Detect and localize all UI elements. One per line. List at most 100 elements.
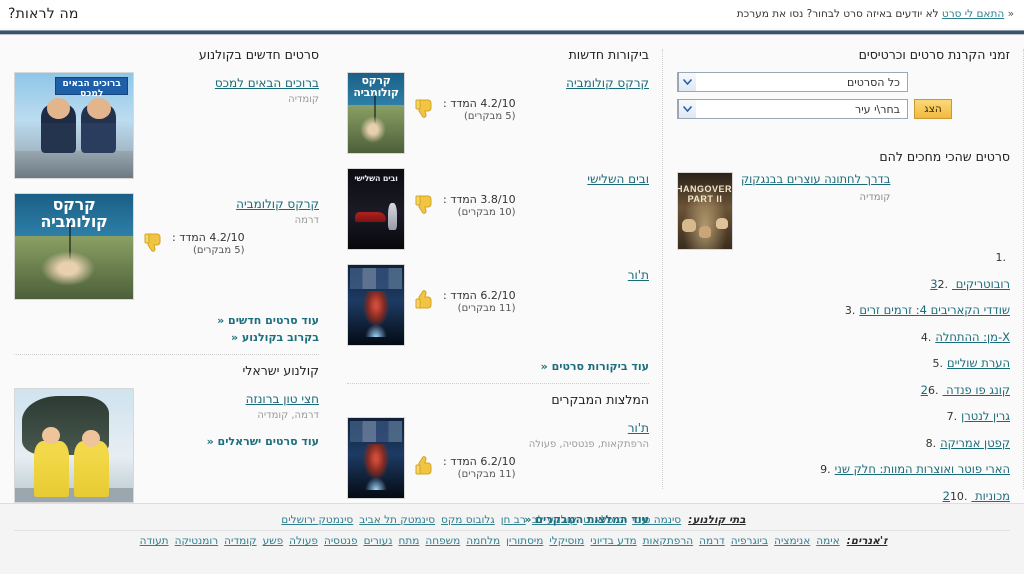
reviewer-count: (11 מבקרים) (457, 303, 516, 314)
movie-link[interactable]: מכוניות 2 (943, 489, 1010, 503)
genre-link[interactable]: מתח (398, 535, 419, 547)
column-showtimes: זמני הקרנת סרטים וכרטיסים כל הסרטים בחר\… (663, 37, 1024, 503)
thumb-down-icon (415, 99, 432, 118)
match-movie-link[interactable]: התאם לי סרט (942, 8, 1004, 20)
new-in-cinema-title: סרטים חדשים בקולנוע (198, 47, 319, 62)
movie-poster[interactable]: קרקס קולומביה (14, 193, 134, 300)
genre-link[interactable]: פנטסיה (324, 535, 358, 547)
genre-link[interactable]: תעודה (140, 535, 169, 547)
rating-value: 6.2/10 (480, 289, 516, 302)
thumb-down-icon (415, 195, 432, 214)
movie-poster[interactable] (14, 388, 134, 503)
chevron-down-icon (678, 73, 696, 91)
more-new-movies-link[interactable]: עוד סרטים חדשים « (14, 314, 319, 327)
genre-link[interactable]: ביוגרפיה (731, 535, 768, 547)
genre-link[interactable]: פשע (263, 535, 284, 547)
movie-link[interactable]: קונג פו פנדה 2 (921, 383, 1010, 397)
movie-genre: קומדיה (859, 192, 891, 203)
reviewer-count: (5 מבקרים) (464, 111, 516, 122)
chevron: « (206, 435, 214, 448)
coming-soon-link[interactable]: בקרוב בקולנוע « (14, 331, 319, 344)
movie-poster[interactable]: HANGOVER PART II (677, 172, 733, 250)
movie-link[interactable]: ת'ור (628, 421, 649, 435)
genre-link[interactable]: דרמה (699, 535, 725, 547)
genre-link[interactable]: משפחה (425, 535, 460, 547)
cinema-link[interactable]: סינמטק ירושלים (281, 514, 353, 526)
review-entry: ובים השלישי 3.8/10 המדד : (10 מבקרים) וב… (347, 168, 649, 250)
waiting-title: סרטים שהכי מחכים להם (879, 149, 1010, 164)
israeli-movie-entry: חצי טון ברונזה דרמה, קומדיה עוד סרטים יש… (14, 388, 319, 503)
promo-chevron: « (1007, 8, 1014, 20)
genre-link[interactable]: אימה (816, 535, 839, 547)
chevron-down-icon (678, 100, 696, 118)
genre-link[interactable]: אנימציה (774, 535, 810, 547)
submit-button[interactable]: הצג (914, 99, 952, 119)
promo-text: « התאם לי סרט לא יודעים באיזה סרט לבחור?… (737, 8, 1014, 20)
genre-link[interactable]: נעורים (364, 535, 393, 547)
list-item: קפטן אמריקה (677, 436, 1010, 450)
genre-link[interactable]: מלחמה (466, 535, 500, 547)
new-movie-entry: ברוכים הבאים למכס קומדיה ברוכים הבאים למכ… (14, 72, 319, 179)
reviews-title: ביקורות חדשות (568, 47, 649, 62)
movie-link[interactable]: קפטן אמריקה (940, 436, 1010, 450)
movie-link[interactable]: הערת שוליים (947, 356, 1010, 370)
movie-link[interactable]: גרין לנטרן (961, 409, 1010, 423)
movie-poster[interactable]: קרקס קולומביה (347, 72, 405, 154)
divider (347, 383, 649, 384)
rating-value: 3.8/10 (480, 193, 516, 206)
movie-link[interactable]: הארי פוטר ואוצרות המוות: חלק שני (835, 462, 1010, 476)
more-reviews-link[interactable]: עוד ביקורות סרטים « (347, 360, 649, 373)
movie-link[interactable]: קרקס קולומביה (236, 197, 319, 211)
list-item: שודדי הקאריבים 4: זרמים זרים (677, 303, 1010, 317)
genres-row: ז'אנרים: אימה אנימציה ביוגרפיה דרמה הרפתקאות מ… (14, 530, 1010, 551)
rating-value: 6.2/10 (480, 455, 516, 468)
list-item: X-מן: ההתחלה (677, 330, 1010, 344)
rating-prefix: המדד : (443, 455, 477, 468)
movie-link[interactable]: שודדי הקאריבים 4: זרמים זרים (859, 303, 1010, 317)
movie-poster[interactable] (347, 264, 405, 346)
coming-soon-label: בקרוב בקולנוע (241, 331, 319, 344)
movie-link[interactable]: קרקס קולומביה (566, 76, 649, 90)
column-reviews: ביקורות חדשות קרקס קולומביה 4.2/10 המדד … (333, 37, 663, 526)
thumb-up-icon (415, 456, 432, 475)
movie-poster[interactable] (347, 417, 405, 499)
divider (14, 354, 319, 355)
movie-genre: דרמה (294, 215, 319, 226)
review-entry: קרקס קולומביה 4.2/10 המדד : (5 מבקרים) ק… (347, 72, 649, 154)
rating-prefix: המדד : (443, 289, 477, 302)
rating-prefix: המדד : (172, 231, 206, 244)
movie-link[interactable]: ברוכים הבאים למכס (215, 76, 319, 90)
chevron: « (540, 360, 548, 373)
more-new-movies-label: עוד סרטים חדשים (228, 314, 319, 327)
genre-link[interactable]: רומנטיקה (175, 535, 219, 547)
movie-link[interactable]: X-מן: ההתחלה (935, 330, 1010, 344)
genre-link[interactable]: קומדיה (224, 535, 256, 547)
more-israeli-movies-link[interactable]: עוד סרטים ישראלים « (144, 435, 319, 448)
genre-link[interactable]: מדע בדיוני (590, 535, 636, 547)
rating-value: 4.2/10 (209, 231, 245, 244)
chevron: « (524, 513, 532, 526)
more-recommendations-link[interactable]: עוד המלצות המבקרים « (347, 513, 649, 526)
city-select-value: בחר\י עיר (855, 102, 900, 116)
more-recommendations-label: עוד המלצות המבקרים (535, 513, 649, 526)
top-bar: « התאם לי סרט לא יודעים באיזה סרט לבחור?… (0, 0, 1024, 28)
movie-link[interactable]: רובוטריקים 3 (930, 277, 1010, 291)
waiting-list: בדרך לחתונה עוצרים בבנגקוק קומדיה HANGOV… (677, 172, 1010, 503)
new-movie-entry: קרקס קולומביה דרמה 4.2/10 המדד : (5 מבקר… (14, 193, 319, 300)
movie-link[interactable]: ת'ור (628, 268, 649, 282)
movie-select-value: כל הסרטים (847, 75, 900, 89)
thumb-up-icon (415, 290, 432, 309)
rating-value: 4.2/10 (480, 97, 516, 110)
movie-link[interactable]: חצי טון ברונזה (246, 392, 319, 406)
movie-link[interactable]: ובים השלישי (587, 172, 649, 186)
movie-poster[interactable]: ברוכים הבאים למכס (14, 72, 134, 179)
genre-link[interactable]: מוסיקלי (549, 535, 584, 547)
movie-poster[interactable]: ובים השלישי (347, 168, 405, 250)
genre-link[interactable]: פעולה (289, 535, 318, 547)
genre-link[interactable]: הרפתקאות (643, 535, 693, 547)
genre-link[interactable]: מיסתורין (506, 535, 543, 547)
movie-select[interactable]: כל הסרטים (677, 72, 908, 92)
city-select[interactable]: בחר\י עיר (677, 99, 908, 119)
rating-prefix: המדד : (443, 193, 477, 206)
movie-link[interactable]: בדרך לחתונה עוצרים בבנגקוק (741, 172, 890, 186)
